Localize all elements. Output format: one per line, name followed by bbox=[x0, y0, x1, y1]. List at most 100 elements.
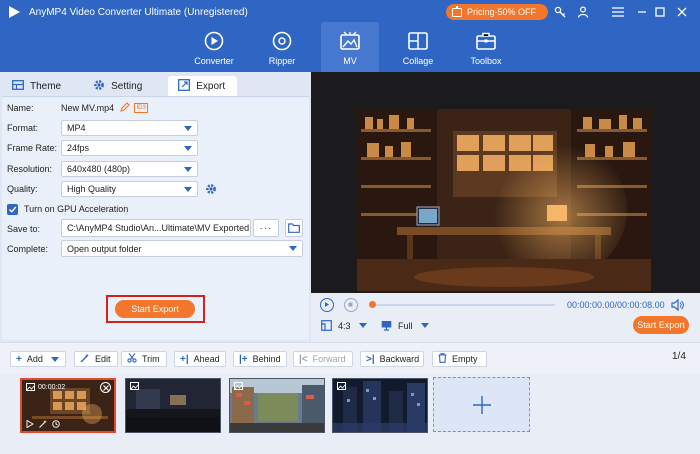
magic-wand-icon[interactable] bbox=[39, 420, 47, 428]
start-export-button[interactable]: Start Export bbox=[115, 300, 195, 318]
complete-value: Open output folder bbox=[67, 243, 142, 254]
behind-button[interactable]: |+ Behind bbox=[233, 351, 287, 367]
framerate-row: Frame Rate: bbox=[7, 140, 61, 156]
image-icon bbox=[26, 383, 35, 391]
id3-icon[interactable]: ID3 bbox=[134, 103, 149, 113]
complete-select[interactable]: Open output folder bbox=[61, 240, 303, 257]
nav-label: MV bbox=[343, 56, 357, 66]
clip-thumbnail[interactable]: 00:00:02 bbox=[20, 378, 116, 433]
complete-label: Complete: bbox=[7, 244, 49, 254]
clip-actions bbox=[26, 420, 60, 428]
trash-icon bbox=[438, 352, 447, 366]
chevron-down-icon bbox=[420, 323, 429, 328]
user-icon[interactable] bbox=[575, 4, 591, 20]
tab-label: Setting bbox=[111, 80, 143, 92]
nav-toolbox[interactable]: Toolbox bbox=[457, 22, 515, 72]
aspect-ratio-dropdown[interactable]: 4:3 bbox=[321, 320, 367, 331]
edit-label: Edit bbox=[95, 354, 111, 364]
maximize-icon[interactable] bbox=[652, 4, 668, 20]
nav-label: Converter bbox=[194, 56, 234, 66]
chevron-down-icon bbox=[289, 246, 297, 251]
remove-clip-icon[interactable] bbox=[100, 382, 111, 393]
tab-theme[interactable]: Theme bbox=[2, 76, 73, 96]
progress-handle[interactable] bbox=[369, 301, 376, 308]
clip-toolbar: + Add Edit Trim +| Ahead |+ Behind |< Fo… bbox=[0, 342, 700, 374]
volume-icon[interactable] bbox=[671, 298, 684, 313]
behind-label: Behind bbox=[252, 354, 281, 364]
close-icon[interactable] bbox=[674, 4, 690, 20]
quality-settings-gear-icon[interactable] bbox=[205, 183, 217, 197]
edit-button[interactable]: Edit bbox=[74, 351, 118, 367]
video-preview bbox=[311, 72, 700, 293]
forward-button[interactable]: |< Forward bbox=[293, 351, 353, 367]
gpu-checkbox[interactable] bbox=[7, 203, 18, 215]
chevron-down-icon bbox=[184, 187, 192, 192]
preview-frame-image bbox=[357, 109, 651, 291]
preview-panel: 00:00:00.00/00:00:08.00 4:3 Full bbox=[311, 72, 700, 342]
tab-setting[interactable]: Setting bbox=[83, 76, 154, 96]
progress-track[interactable] bbox=[371, 304, 555, 306]
mv-icon bbox=[339, 30, 361, 52]
pencil-icon[interactable] bbox=[120, 102, 130, 114]
nav-label: Toolbox bbox=[470, 56, 502, 66]
gpu-row: Turn on GPU Acceleration bbox=[7, 201, 128, 217]
nav-converter[interactable]: Converter bbox=[185, 22, 243, 72]
framerate-select[interactable]: 24fps bbox=[61, 140, 198, 156]
plus-bar-icon: +| bbox=[180, 353, 189, 365]
format-select[interactable]: MP4 bbox=[61, 120, 198, 136]
nav-mv[interactable]: MV bbox=[321, 22, 379, 72]
ahead-button[interactable]: +| Ahead bbox=[174, 351, 226, 367]
add-label: Add bbox=[26, 354, 43, 364]
resolution-row: Resolution: bbox=[7, 161, 61, 177]
clock-icon[interactable] bbox=[52, 420, 60, 428]
nav-ripper[interactable]: Ripper bbox=[253, 22, 311, 72]
empty-button[interactable]: Empty bbox=[432, 351, 487, 367]
gear-icon bbox=[93, 79, 105, 94]
saveto-field[interactable]: C:\AnyMP4 Studio\An...Ultimate\MV Export… bbox=[61, 219, 251, 237]
collage-icon bbox=[407, 30, 429, 52]
menu-icon[interactable] bbox=[610, 4, 626, 20]
app-title-area: AnyMP4 Video Converter Ultimate (Unregis… bbox=[7, 2, 248, 22]
clip-thumbnail[interactable] bbox=[332, 378, 428, 433]
title-bar: AnyMP4 Video Converter Ultimate (Unregis… bbox=[0, 0, 700, 72]
quality-select[interactable]: High Quality bbox=[61, 181, 198, 197]
backward-label: Backward bbox=[379, 354, 420, 364]
converter-icon bbox=[203, 30, 225, 52]
clip-thumbnail[interactable] bbox=[125, 378, 221, 433]
clip-duration: 00:00:02 bbox=[38, 383, 66, 391]
empty-label: Empty bbox=[452, 354, 478, 364]
add-clip-button[interactable] bbox=[433, 377, 530, 432]
saveto-value: C:\AnyMP4 Studio\An...Ultimate\MV Export… bbox=[67, 223, 250, 233]
key-icon[interactable] bbox=[552, 4, 568, 20]
chevron-down-icon bbox=[184, 126, 192, 131]
display-mode-dropdown[interactable]: Full bbox=[381, 320, 429, 331]
pricing-button[interactable]: Pricing-50% OFF bbox=[446, 4, 548, 20]
play-button[interactable] bbox=[320, 298, 334, 312]
tab-export[interactable]: Export bbox=[168, 76, 238, 96]
clip-info: 00:00:02 bbox=[26, 383, 65, 391]
gift-icon bbox=[452, 5, 462, 17]
resolution-select[interactable]: 640x480 (480p) bbox=[61, 161, 198, 177]
chevron-down-icon bbox=[358, 323, 367, 328]
settings-panel: Theme Setting Export Name: New MV.mp4 ID… bbox=[0, 72, 311, 342]
quality-label: Quality: bbox=[7, 184, 38, 194]
backward-button[interactable]: >| Backward bbox=[360, 351, 424, 367]
framerate-value: 24fps bbox=[67, 143, 90, 153]
minimize-icon[interactable] bbox=[634, 4, 650, 20]
clip-thumbnail[interactable] bbox=[229, 378, 325, 433]
quality-row: Quality: bbox=[7, 181, 61, 197]
panel-tabs: Theme Setting Export bbox=[2, 76, 239, 96]
toolbox-icon bbox=[475, 30, 497, 52]
resolution-label: Resolution: bbox=[7, 164, 53, 174]
tab-label: Export bbox=[196, 80, 226, 92]
stop-button[interactable] bbox=[344, 298, 358, 312]
app-title: AnyMP4 Video Converter Ultimate (Unregis… bbox=[29, 6, 248, 18]
browse-button[interactable]: ··· bbox=[253, 219, 279, 237]
forward-label: Forward bbox=[312, 354, 346, 364]
start-export-small-button[interactable]: Start Export bbox=[633, 316, 689, 334]
play-icon[interactable] bbox=[26, 420, 34, 428]
open-folder-button[interactable] bbox=[285, 219, 303, 237]
trim-button[interactable]: Trim bbox=[121, 351, 167, 367]
add-button[interactable]: + Add bbox=[10, 351, 66, 367]
nav-collage[interactable]: Collage bbox=[389, 22, 447, 72]
